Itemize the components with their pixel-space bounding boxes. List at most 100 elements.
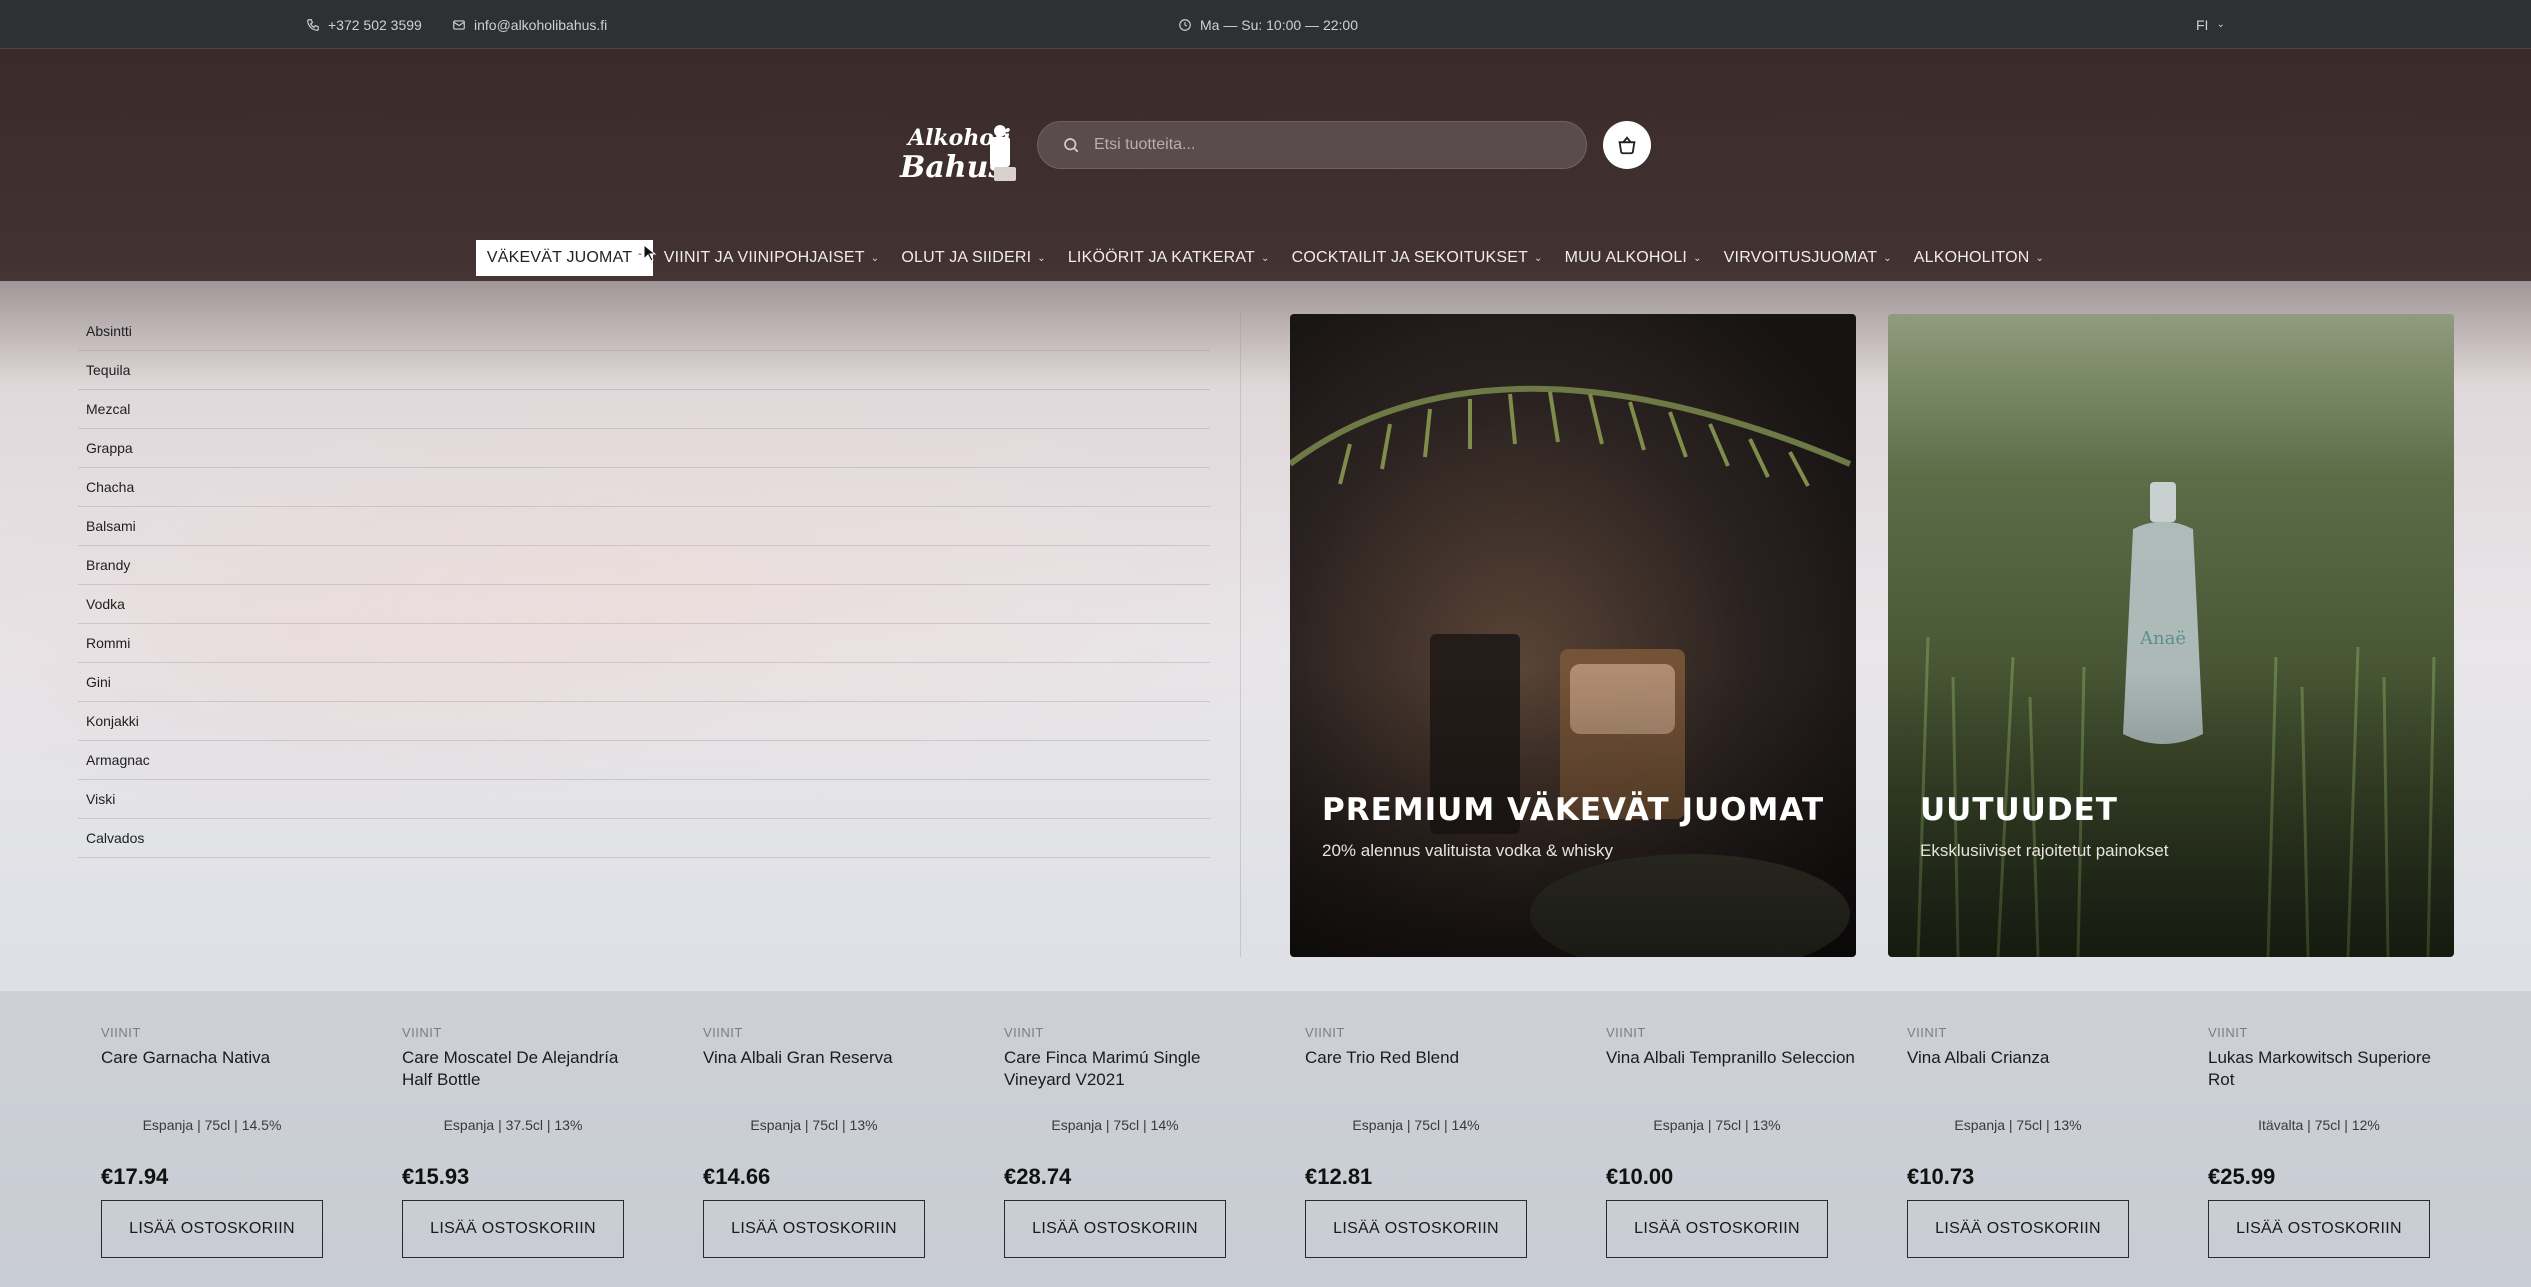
phone-number: +372 502 3599 — [328, 16, 422, 33]
nav-item-virvoitusjuomat[interactable]: VIRVOITUSJUOMAT ⌄ — [1713, 240, 1903, 276]
product-meta: Itävalta | 75cl | 12% — [2258, 1117, 2380, 1133]
product-category: VIINIT — [1606, 1025, 1646, 1040]
hours-text: Ma — Su: 10:00 — 22:00 — [1200, 16, 1358, 33]
product-meta: Espanja | 75cl | 13% — [1653, 1117, 1781, 1133]
product-meta: Espanja | 75cl | 14% — [1051, 1117, 1179, 1133]
category-item[interactable]: Rommi — [78, 624, 1210, 663]
email-address: info@alkoholibahus.fi — [474, 16, 608, 33]
category-item[interactable]: Viski — [78, 780, 1210, 819]
category-label: Absintti — [86, 323, 132, 339]
product-category: VIINIT — [2208, 1025, 2248, 1040]
product-price: €15.93 — [402, 1164, 470, 1189]
nav-item-label: VÄKEVÄT JUOMAT — [486, 249, 633, 266]
product-name[interactable]: Care Finca Marimú Single Vineyard V2021 — [1004, 1047, 1254, 1091]
product-name[interactable]: Care Garnacha Nativa — [101, 1047, 351, 1069]
product-meta: Espanja | 75cl | 14.5% — [142, 1117, 282, 1133]
category-label: Grappa — [86, 440, 133, 456]
add-to-cart-button[interactable]: LISÄÄ OSTOSKORIIN — [1907, 1200, 2129, 1258]
product-category: VIINIT — [1907, 1025, 1947, 1040]
product-card: VIINIT Vina Albali Gran Reserva Espanja … — [703, 991, 963, 1287]
promo-card-uutuudet[interactable]: Anaë UUTUUDET Eksklusiiviset rajoitetut … — [1888, 314, 2454, 957]
product-meta: Espanja | 75cl | 14% — [1352, 1117, 1480, 1133]
product-name[interactable]: Vina Albali Gran Reserva — [703, 1047, 953, 1069]
nav-item-liköörit[interactable]: LIKÖÖRIT JA KATKERAT ⌄ — [1057, 240, 1281, 276]
nav-item-label: VIINIT JA VIINIPOHJAISET — [663, 249, 865, 266]
cart-button[interactable] — [1603, 121, 1651, 169]
category-item[interactable]: Absintti — [78, 312, 1210, 351]
product-name[interactable]: Vina Albali Crianza — [1907, 1047, 2157, 1069]
main-navigation: VÄKEVÄT JUOMAT ˆ VIINIT JA VIINIPOHJAISET… — [0, 235, 2531, 281]
chevron-down-icon: ⌄ — [1037, 252, 1046, 264]
nav-item-vakevat-juomat[interactable]: VÄKEVÄT JUOMAT ˆ — [475, 240, 653, 276]
add-to-cart-button[interactable]: LISÄÄ OSTOSKORIIN — [1606, 1200, 1828, 1258]
product-price: €10.73 — [1907, 1164, 1975, 1189]
nav-item-alkoholiton[interactable]: ALKOHOLITON ⌄ — [1903, 240, 2055, 276]
nav-item-olut[interactable]: OLUT JA SIIDERI ⌄ — [890, 240, 1056, 276]
category-item[interactable]: Balsami — [78, 507, 1210, 546]
category-item[interactable]: Gini — [78, 663, 1210, 702]
category-item[interactable]: Tequila — [78, 351, 1210, 390]
nav-item-label: OLUT JA SIIDERI — [901, 249, 1032, 266]
clock-icon — [1179, 18, 1191, 31]
language-selector[interactable]: FI ⌄ — [2196, 0, 2225, 49]
add-to-cart-button[interactable]: LISÄÄ OSTOSKORIIN — [1305, 1200, 1527, 1258]
product-price: €14.66 — [703, 1164, 771, 1189]
top-info-bar: +372 502 3599 info@alkoholibahus.fi Ma —… — [0, 0, 2531, 49]
product-name[interactable]: Care Trio Red Blend — [1305, 1047, 1555, 1069]
category-item[interactable]: Armagnac — [78, 741, 1210, 780]
mail-icon — [453, 19, 465, 30]
add-to-cart-button[interactable]: LISÄÄ OSTOSKORIIN — [703, 1200, 925, 1258]
add-to-cart-button[interactable]: LISÄÄ OSTOSKORIIN — [1004, 1200, 1226, 1258]
nav-item-viinit[interactable]: VIINIT JA VIINIPOHJAISET ⌄ — [653, 240, 891, 276]
chevron-up-icon: ˆ — [638, 252, 642, 264]
product-card: VIINIT Care Trio Red Blend Espanja | 75c… — [1305, 991, 1565, 1287]
category-label: Viski — [86, 791, 116, 807]
add-to-cart-button[interactable]: LISÄÄ OSTOSKORIIN — [101, 1200, 323, 1258]
search-bar[interactable] — [1037, 121, 1587, 169]
product-name[interactable]: Care Moscatel De Alejandría Half Bottle — [402, 1047, 652, 1091]
product-price: €25.99 — [2208, 1164, 2276, 1189]
add-to-cart-button[interactable]: LISÄÄ OSTOSKORIIN — [402, 1200, 624, 1258]
category-label: Mezcal — [86, 401, 131, 417]
nav-item-muu-alkoholi[interactable]: MUU ALKOHOLI ⌄ — [1554, 240, 1713, 276]
category-item[interactable]: Brandy — [78, 546, 1210, 585]
product-meta: Espanja | 75cl | 13% — [750, 1117, 878, 1133]
category-label: Chacha — [86, 479, 135, 495]
opening-hours: Ma — Su: 10:00 — 22:00 — [1178, 0, 1358, 49]
category-label: Rommi — [86, 635, 131, 651]
category-item[interactable]: Grappa — [78, 429, 1210, 468]
category-label: Konjakki — [86, 713, 139, 729]
category-item[interactable]: Chacha — [78, 468, 1210, 507]
phone-icon — [307, 18, 319, 31]
mouse-cursor-icon — [643, 244, 657, 262]
category-item[interactable]: Konjakki — [78, 702, 1210, 741]
promo-subtitle: Eksklusiiviset rajoitetut painokset — [1920, 841, 2169, 860]
phone-contact[interactable]: +372 502 3599 — [306, 0, 422, 49]
product-price: €12.81 — [1305, 1164, 1373, 1189]
product-card: VIINIT Care Moscatel De Alejandría Half … — [402, 991, 662, 1287]
chevron-down-icon: ⌄ — [1693, 252, 1702, 264]
product-card: VIINIT Lukas Markowitsch Superiore Rot I… — [2208, 991, 2468, 1287]
logo-graphic: Alkoholi Bahus — [899, 125, 1016, 185]
category-item[interactable]: Calvados — [78, 819, 1210, 858]
chevron-down-icon: ⌄ — [1534, 252, 1543, 264]
nav-item-cocktailit[interactable]: COCKTAILIT JA SEKOITUKSET ⌄ — [1281, 240, 1554, 276]
language-label: FI — [2196, 16, 2209, 33]
product-card: VIINIT Vina Albali Tempranillo Seleccion… — [1606, 991, 1866, 1287]
menu-divider — [1240, 312, 1241, 957]
email-contact[interactable]: info@alkoholibahus.fi — [452, 0, 607, 49]
product-name[interactable]: Vina Albali Tempranillo Seleccion — [1606, 1047, 1856, 1069]
add-to-cart-button[interactable]: LISÄÄ OSTOSKORIIN — [2208, 1200, 2430, 1258]
promo-card-premium[interactable]: PREMIUM VÄKEVÄT JUOMAT 20% alennus valit… — [1290, 314, 1856, 957]
site-logo[interactable]: Alkoholi Bahus — [890, 115, 1020, 191]
category-item[interactable]: Vodka — [78, 585, 1210, 624]
nav-item-label: COCKTAILIT JA SEKOITUKSET — [1291, 249, 1529, 266]
product-category: VIINIT — [703, 1025, 743, 1040]
chevron-down-icon: ⌄ — [1260, 252, 1270, 264]
product-price: €28.74 — [1004, 1164, 1072, 1189]
search-input[interactable] — [1094, 136, 1554, 154]
search-icon — [1064, 138, 1079, 153]
product-price: €10.00 — [1606, 1164, 1674, 1189]
category-item[interactable]: Mezcal — [78, 390, 1210, 429]
product-name[interactable]: Lukas Markowitsch Superiore Rot — [2208, 1047, 2458, 1091]
